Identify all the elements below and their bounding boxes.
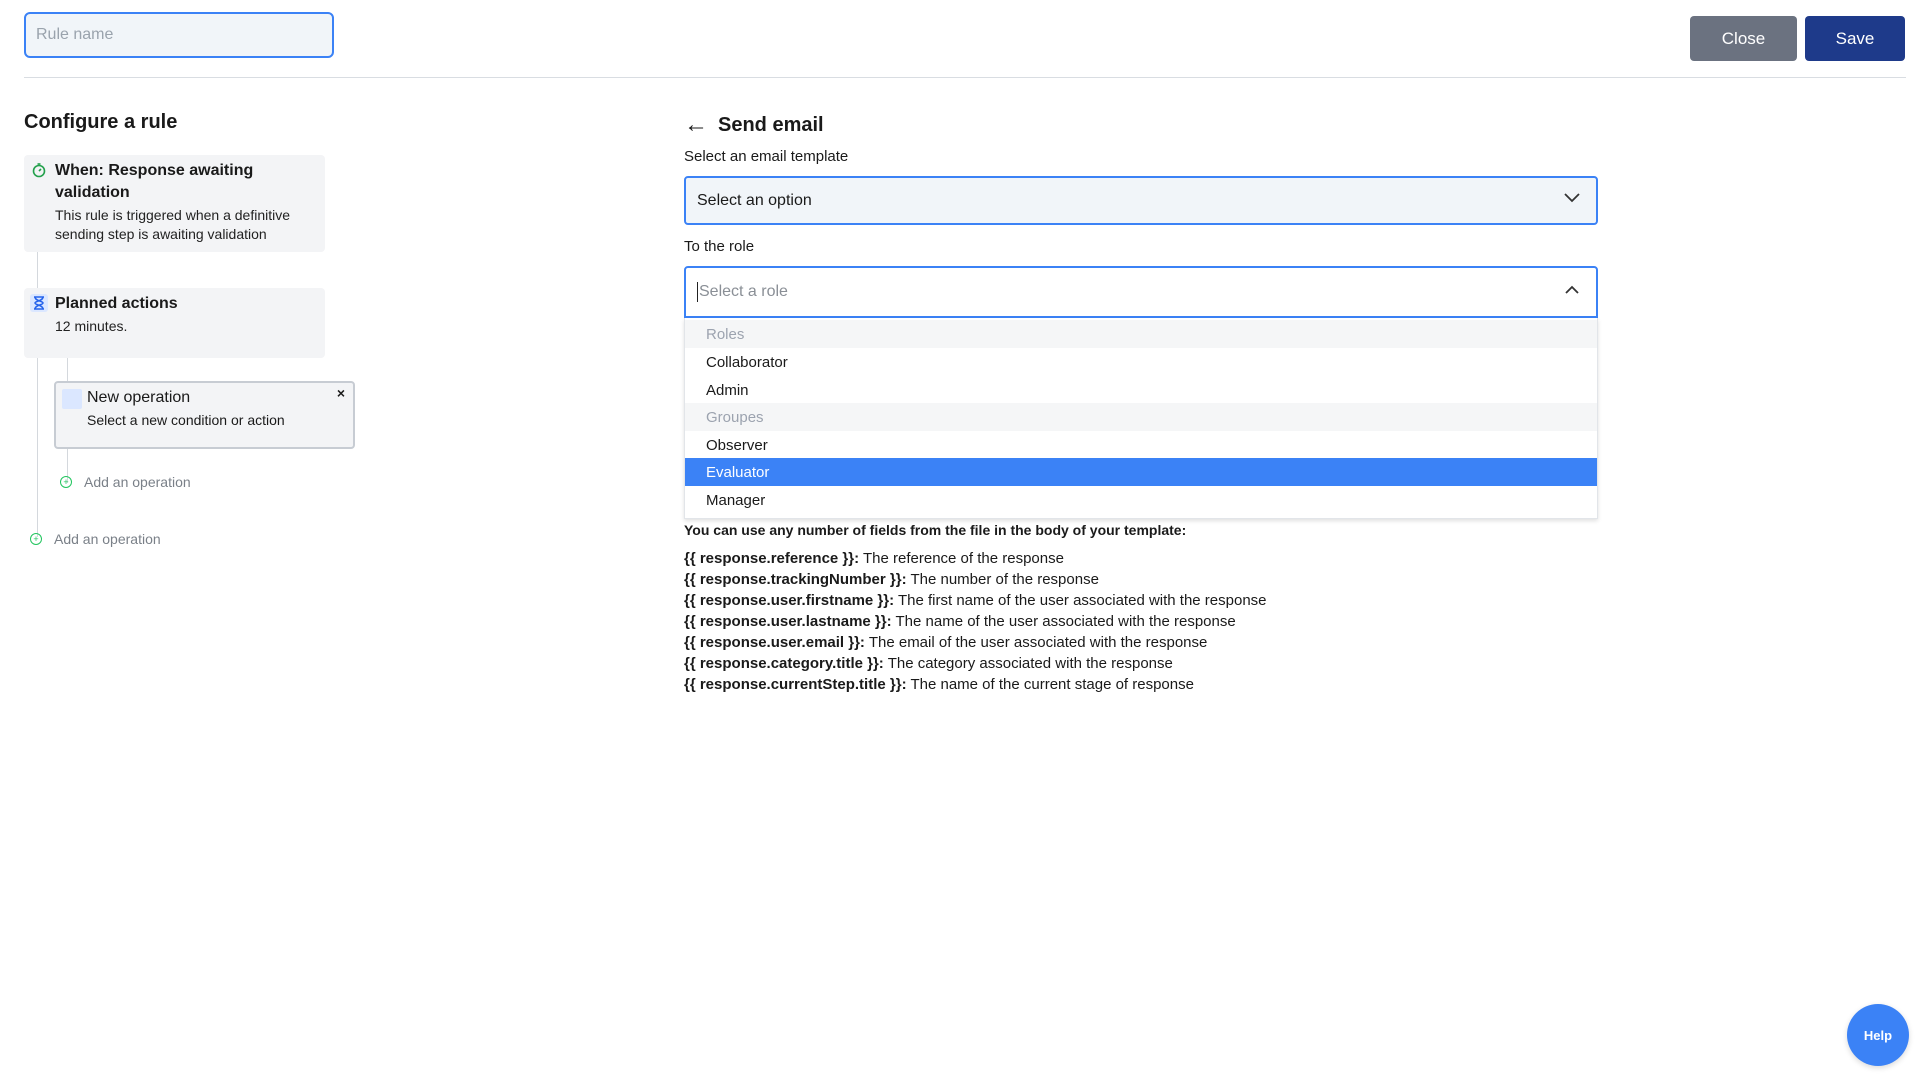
- field-row: {{ response.user.firstname }}: The first…: [684, 592, 1267, 609]
- option-collaborator[interactable]: Collaborator: [685, 348, 1597, 376]
- field-desc: The name of the user associated with the…: [891, 613, 1236, 630]
- plus-circle-icon: +: [30, 533, 42, 545]
- option-evaluator[interactable]: Evaluator: [685, 458, 1597, 486]
- text-caret: [697, 282, 698, 302]
- option-group-roles: Roles: [685, 320, 1597, 348]
- help-button[interactable]: Help: [1847, 1004, 1909, 1066]
- field-row: {{ response.user.email }}: The email of …: [684, 634, 1207, 651]
- send-email-header: ← Send email: [684, 111, 824, 139]
- stopwatch-icon: [30, 161, 48, 179]
- field-row: {{ response.currentStep.title }}: The na…: [684, 676, 1194, 693]
- field-row: {{ response.category.title }}: The categ…: [684, 655, 1173, 672]
- new-operation-card[interactable]: New operation Select a new condition or …: [54, 381, 355, 449]
- field-desc: The number of the response: [906, 571, 1099, 588]
- chevron-up-icon: [1564, 282, 1580, 300]
- option-manager[interactable]: Manager: [685, 486, 1597, 514]
- planned-actions-desc: 12 minutes.: [55, 318, 128, 334]
- field-key: {{ response.trackingNumber }}:: [684, 571, 907, 588]
- header-divider: [24, 77, 1906, 78]
- field-desc: The first name of the user associated wi…: [894, 592, 1267, 609]
- field-desc: The email of the user associated with th…: [864, 634, 1208, 651]
- plus-circle-icon: +: [60, 476, 72, 488]
- role-select[interactable]: Select a role: [684, 266, 1598, 318]
- hourglass-icon: [30, 294, 48, 312]
- role-label: To the role: [684, 238, 755, 255]
- close-icon[interactable]: ×: [337, 385, 345, 401]
- save-button[interactable]: Save: [1805, 16, 1905, 61]
- send-email-title: Send email: [718, 113, 824, 136]
- option-observer[interactable]: Observer: [685, 431, 1597, 459]
- field-key: {{ response.category.title }}:: [684, 655, 884, 672]
- new-operation-title: New operation: [87, 389, 191, 406]
- arrow-left-icon[interactable]: ←: [684, 111, 708, 139]
- trigger-title: When: Response awaiting: [55, 162, 254, 179]
- rule-name-input[interactable]: [24, 12, 334, 58]
- new-operation-desc: Select a new condition or action: [87, 412, 285, 428]
- planned-actions-card[interactable]: Planned actions 12 minutes.: [24, 288, 325, 358]
- email-template-select[interactable]: Select an option: [684, 176, 1598, 225]
- trigger-title-line2: validation: [55, 184, 130, 201]
- fields-intro: You can use any number of fields from th…: [684, 522, 1187, 538]
- configure-rule-title: Configure a rule: [24, 111, 178, 133]
- field-desc: The category associated with the respons…: [883, 655, 1173, 672]
- option-group-groupes: Groupes: [685, 403, 1597, 431]
- role-dropdown[interactable]: Roles Collaborator Admin Groupes Observe…: [684, 318, 1598, 519]
- trigger-desc-line2: sending step is awaiting validation: [55, 226, 267, 242]
- role-placeholder: Select a role: [699, 283, 788, 300]
- field-desc: The name of the current stage of respons…: [906, 676, 1194, 693]
- chevron-down-icon: [1564, 190, 1580, 208]
- trigger-desc: This rule is triggered when a definitive: [55, 207, 291, 223]
- field-key: {{ response.user.firstname }}:: [684, 592, 895, 609]
- planned-actions-title: Planned actions: [55, 295, 178, 312]
- field-row: {{ response.reference }}: The reference …: [684, 550, 1064, 567]
- field-row: {{ response.user.lastname }}: The name o…: [684, 613, 1236, 630]
- field-key: {{ response.currentStep.title }}:: [684, 676, 907, 693]
- add-operation-label: Add an operation: [54, 531, 161, 547]
- add-operation-label: Add an operation: [84, 474, 191, 490]
- field-desc: The reference of the response: [859, 550, 1064, 567]
- operation-placeholder-icon: [62, 389, 82, 409]
- trigger-card[interactable]: When: Response awaiting validation This …: [24, 155, 325, 252]
- email-template-value: Select an option: [697, 191, 812, 209]
- add-operation-inner[interactable]: + Add an operation: [60, 474, 191, 490]
- field-key: {{ response.user.lastname }}:: [684, 613, 892, 630]
- close-button[interactable]: Close: [1690, 16, 1797, 61]
- field-key: {{ response.reference }}:: [684, 550, 860, 567]
- template-label: Select an email template: [684, 148, 849, 165]
- field-key: {{ response.user.email }}:: [684, 634, 865, 651]
- option-admin[interactable]: Admin: [685, 376, 1597, 404]
- add-operation-outer[interactable]: + Add an operation: [30, 531, 161, 547]
- field-row: {{ response.trackingNumber }}: The numbe…: [684, 571, 1099, 588]
